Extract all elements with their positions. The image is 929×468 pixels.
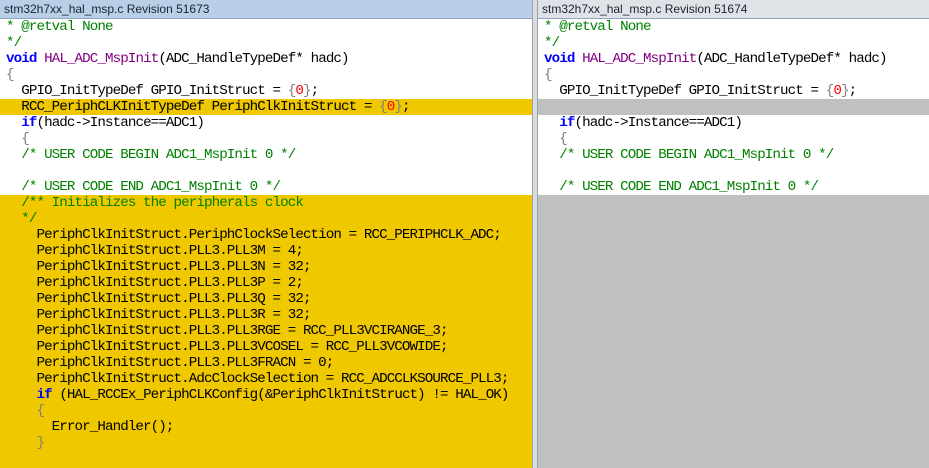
diff-fill-block [0, 451, 532, 468]
code-line: /* USER CODE END ADC1_MspInit 0 */ [6, 179, 281, 195]
code-line: { [544, 131, 568, 147]
code-line: */ [0, 211, 532, 227]
code-line [538, 435, 929, 451]
right-revision-pane[interactable]: stm32h7xx_hal_msp.c Revision 51674 * @re… [537, 0, 929, 468]
code-line [538, 99, 929, 115]
code-line [538, 419, 929, 435]
left-pane-title: stm32h7xx_hal_msp.c Revision 51673 [0, 0, 532, 19]
code-line [538, 195, 929, 211]
code-line: /** Initializes the peripherals clock [0, 195, 532, 211]
code-line: if(hadc->Instance==ADC1) [559, 115, 743, 131]
code-line: PeriphClkInitStruct.PLL3.PLL3M = 4; [0, 243, 532, 259]
code-line: { [0, 403, 532, 419]
code-line: PeriphClkInitStruct.PeriphClockSelection… [0, 227, 532, 243]
code-line [538, 243, 929, 259]
code-line: PeriphClkInitStruct.AdcClockSelection = … [0, 371, 532, 387]
code-line [538, 227, 929, 243]
code-line: } [0, 435, 532, 451]
code-line [538, 371, 929, 387]
code-line: { [544, 67, 552, 83]
code-line: */ [6, 35, 22, 51]
code-line: RCC_PeriphCLKInitTypeDef PeriphClkInitSt… [0, 99, 532, 115]
code-line [538, 355, 929, 371]
code-line: { [6, 131, 30, 147]
left-revision-pane[interactable]: stm32h7xx_hal_msp.c Revision 51673 * @re… [0, 0, 533, 468]
code-line [538, 387, 929, 403]
right-pane-title: stm32h7xx_hal_msp.c Revision 51674 [538, 0, 929, 19]
code-line: if (HAL_RCCEx_PeriphCLKConfig(&PeriphClk… [0, 387, 532, 403]
code-line [538, 211, 929, 227]
code-line: * @retval None [544, 19, 652, 35]
code-line [538, 339, 929, 355]
code-line: PeriphClkInitStruct.PLL3.PLL3Q = 32; [0, 291, 532, 307]
code-line: /* USER CODE BEGIN ADC1_MspInit 0 */ [6, 147, 296, 163]
code-line [538, 403, 929, 419]
code-line [538, 259, 929, 275]
code-line: /* USER CODE BEGIN ADC1_MspInit 0 */ [544, 147, 834, 163]
code-line: /* USER CODE END ADC1_MspInit 0 */ [544, 179, 819, 195]
code-line [538, 275, 929, 291]
code-line: PeriphClkInitStruct.PLL3.PLL3VCOSEL = RC… [0, 339, 532, 355]
code-line: GPIO_InitTypeDef GPIO_InitStruct = {0}; [6, 83, 319, 99]
code-line: PeriphClkInitStruct.PLL3.PLL3N = 32; [0, 259, 532, 275]
code-line [538, 323, 929, 339]
code-line: PeriphClkInitStruct.PLL3.PLL3FRACN = 0; [0, 355, 532, 371]
code-line [538, 307, 929, 323]
code-line: PeriphClkInitStruct.PLL3.PLL3RGE = RCC_P… [0, 323, 532, 339]
code-line: { [6, 67, 14, 83]
code-line: if(hadc->Instance==ADC1) [21, 115, 205, 131]
code-line: * @retval None [6, 19, 114, 35]
code-line: */ [544, 35, 560, 51]
left-code-view[interactable]: * @retval None */void HAL_ADC_MspInit(ADC… [0, 19, 532, 468]
code-line: GPIO_InitTypeDef GPIO_InitStruct = {0}; [544, 83, 857, 99]
code-line: PeriphClkInitStruct.PLL3.PLL3R = 32; [0, 307, 532, 323]
code-line: void HAL_ADC_MspInit(ADC_HandleTypeDef* … [6, 51, 350, 67]
right-code-view[interactable]: * @retval None */void HAL_ADC_MspInit(ADC… [538, 19, 929, 468]
code-line: Error_Handler(); [0, 419, 532, 435]
code-line [538, 291, 929, 307]
code-line: PeriphClkInitStruct.PLL3.PLL3P = 2; [0, 275, 532, 291]
diff-fill-block [538, 451, 929, 468]
code-line: void HAL_ADC_MspInit(ADC_HandleTypeDef* … [544, 51, 888, 67]
